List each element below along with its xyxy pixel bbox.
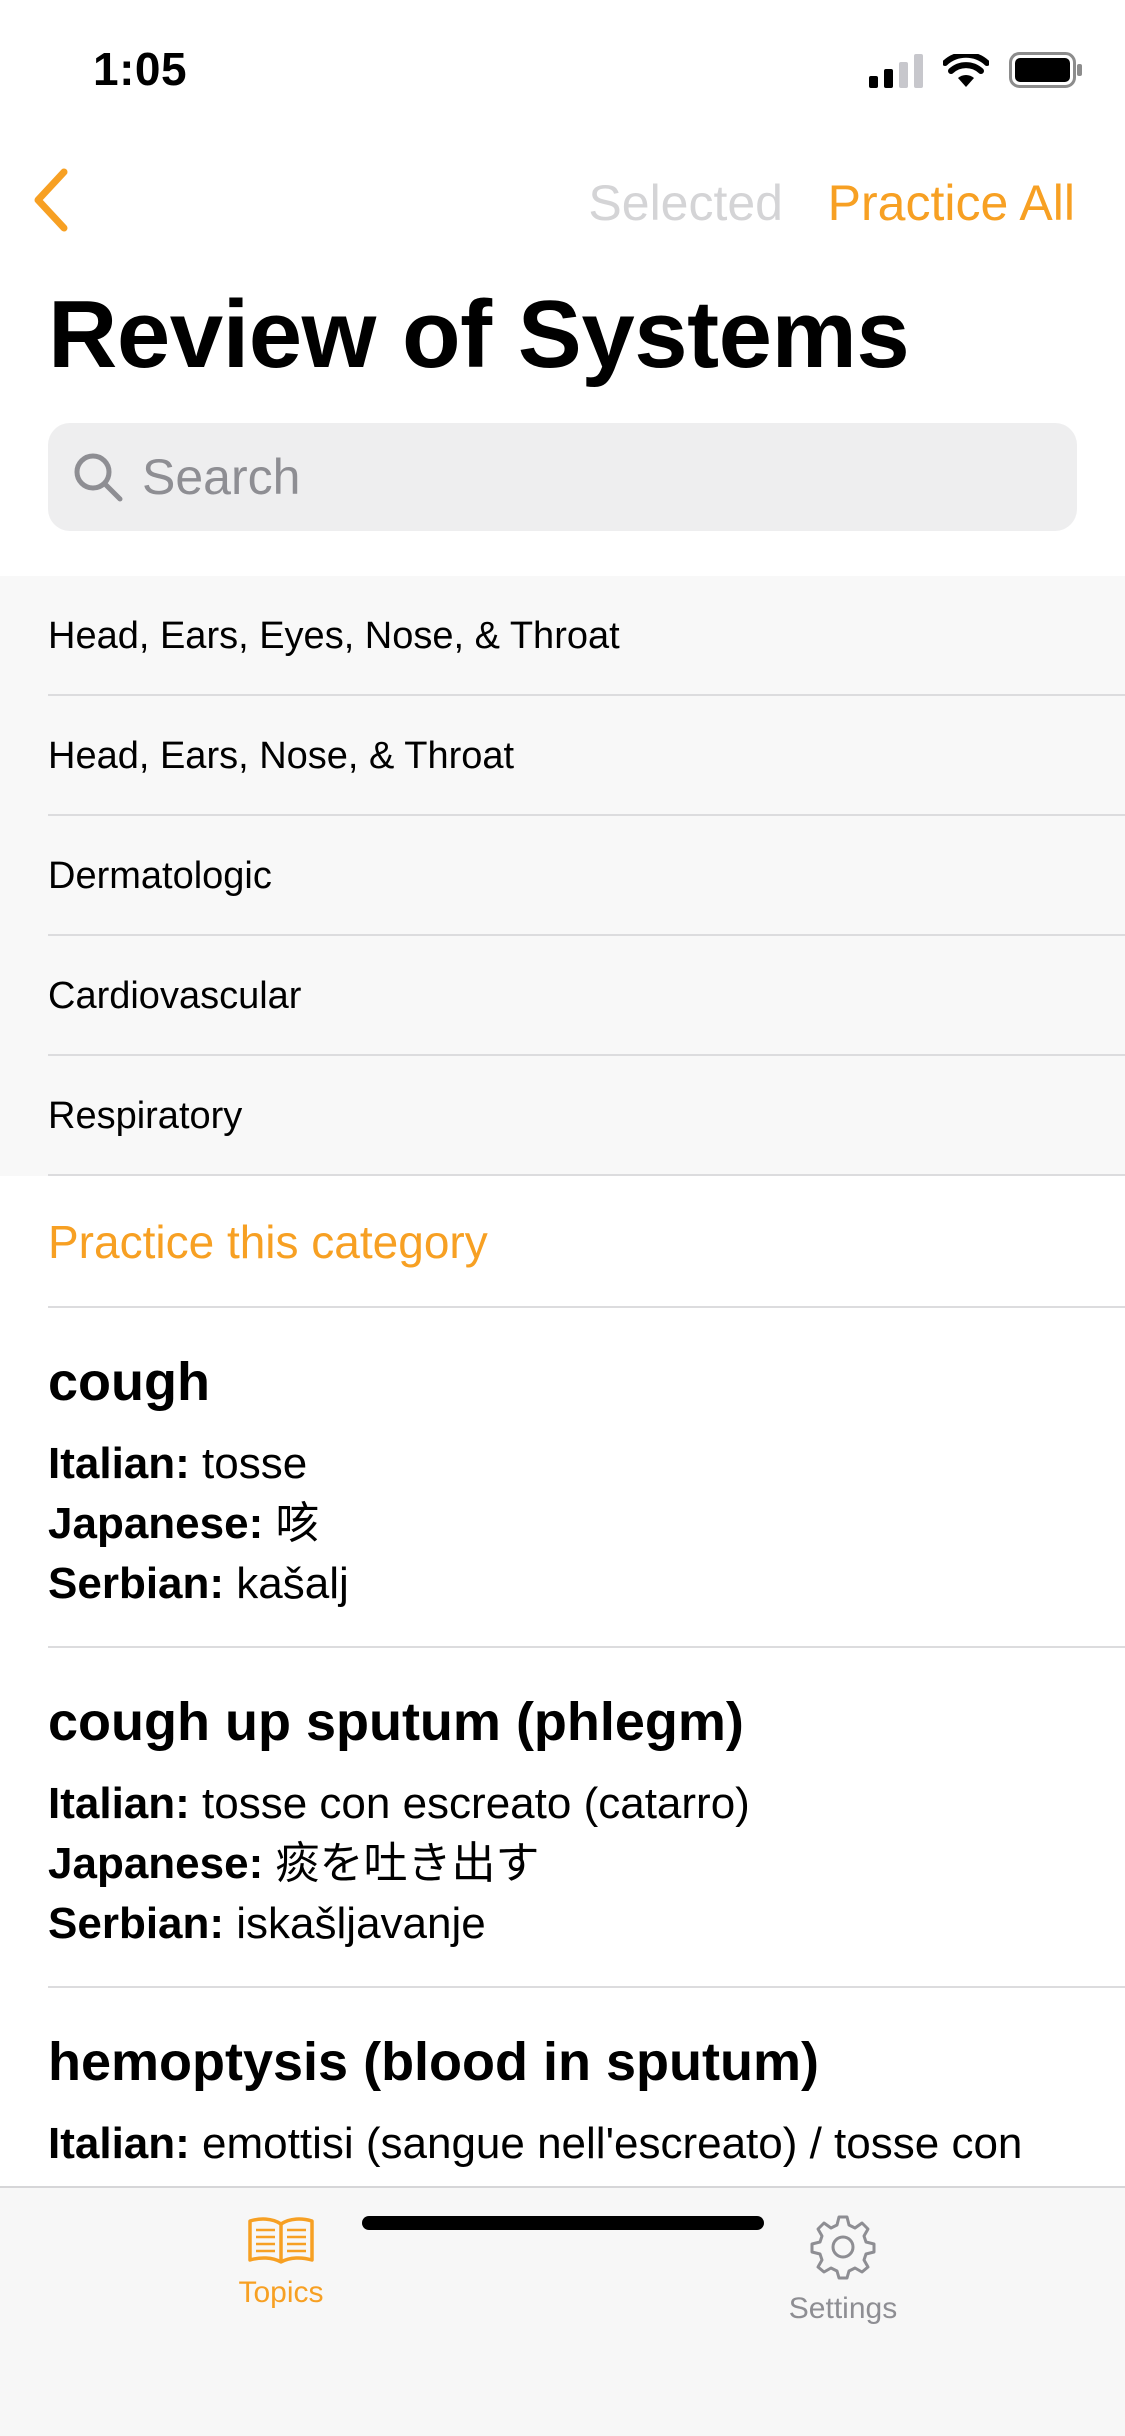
- term-list: cough Italian: tosse Japanese: 咳 Serbian…: [0, 1308, 1125, 2188]
- translation-line: Japanese: 痰を吐き出す: [48, 1834, 1077, 1894]
- search-icon: [74, 453, 123, 502]
- page-title: Review of Systems: [48, 281, 910, 388]
- language-label: Italian:: [48, 1779, 190, 1828]
- tab-settings[interactable]: Settings: [693, 2214, 993, 2326]
- battery-icon: [1009, 52, 1082, 88]
- translation-text: tosse: [202, 1439, 308, 1488]
- cellular-signal-icon: [869, 54, 923, 88]
- category-item[interactable]: Cardiovascular: [0, 936, 1125, 1056]
- term-title: cough: [48, 1352, 210, 1412]
- language-label: Japanese:: [48, 1839, 264, 1888]
- translation-text: emottisi (sangue nell'escreato) / tosse …: [48, 2119, 1023, 2188]
- wifi-icon: [943, 54, 989, 87]
- language-label: Italian:: [48, 2119, 190, 2168]
- translation-line: Italian: tosse: [48, 1434, 1077, 1494]
- translation-line: Serbian: iskašljavanje: [48, 1894, 1077, 1954]
- category-item[interactable]: Respiratory: [0, 1056, 1125, 1176]
- language-label: Japanese:: [48, 1499, 264, 1548]
- status-icons: [869, 52, 1083, 88]
- selected-button[interactable]: Selected: [588, 174, 783, 232]
- translation-text: tosse con escreato (catarro): [202, 1779, 750, 1828]
- navigation-bar: Selected Practice All: [0, 150, 1125, 250]
- category-item[interactable]: Dermatologic: [0, 816, 1125, 936]
- translation-text: kašalj: [236, 1559, 349, 1608]
- practice-all-button[interactable]: Practice All: [828, 174, 1075, 232]
- category-item[interactable]: Head, Ears, Nose, & Throat: [0, 696, 1125, 816]
- search-input[interactable]: [142, 448, 1042, 506]
- search-bar[interactable]: [48, 423, 1077, 531]
- term-item[interactable]: cough Italian: tosse Japanese: 咳 Serbian…: [0, 1308, 1125, 1648]
- translation-line: Italian: emottisi (sangue nell'escreato)…: [48, 2114, 1077, 2188]
- term-title: cough up sputum (phlegm): [48, 1692, 744, 1752]
- category-list: Head, Ears, Eyes, Nose, & Throat Head, E…: [0, 576, 1125, 1176]
- book-icon: [248, 2217, 314, 2264]
- language-label: Serbian:: [48, 1559, 225, 1608]
- gear-icon: [810, 2215, 876, 2280]
- translation-text: 痰を吐き出す: [275, 1839, 540, 1888]
- tab-settings-label: Settings: [788, 2292, 898, 2325]
- chevron-left-icon: [34, 168, 68, 232]
- tab-topics-label: Topics: [238, 2276, 324, 2309]
- status-bar: 1:05: [0, 0, 1125, 140]
- practice-category-button[interactable]: Practice this category: [0, 1176, 1125, 1308]
- term-title: hemoptysis (blood in sputum): [48, 2032, 819, 2092]
- language-label: Italian:: [48, 1439, 190, 1488]
- translation-line: Serbian: kašalj: [48, 1554, 1077, 1614]
- translation-line: Japanese: 咳: [48, 1494, 1077, 1554]
- back-button[interactable]: [22, 164, 82, 236]
- language-label: Serbian:: [48, 1899, 225, 1948]
- translation-line: Italian: tosse con escreato (catarro): [48, 1774, 1077, 1834]
- home-indicator: [362, 2216, 764, 2230]
- term-item[interactable]: hemoptysis (blood in sputum) Italian: em…: [0, 1988, 1125, 2188]
- category-item[interactable]: Head, Ears, Eyes, Nose, & Throat: [0, 576, 1125, 696]
- term-item[interactable]: cough up sputum (phlegm) Italian: tosse …: [0, 1648, 1125, 1988]
- status-time: 1:05: [93, 43, 188, 95]
- translation-text: 咳: [275, 1499, 320, 1548]
- translation-text: iskašljavanje: [236, 1899, 486, 1948]
